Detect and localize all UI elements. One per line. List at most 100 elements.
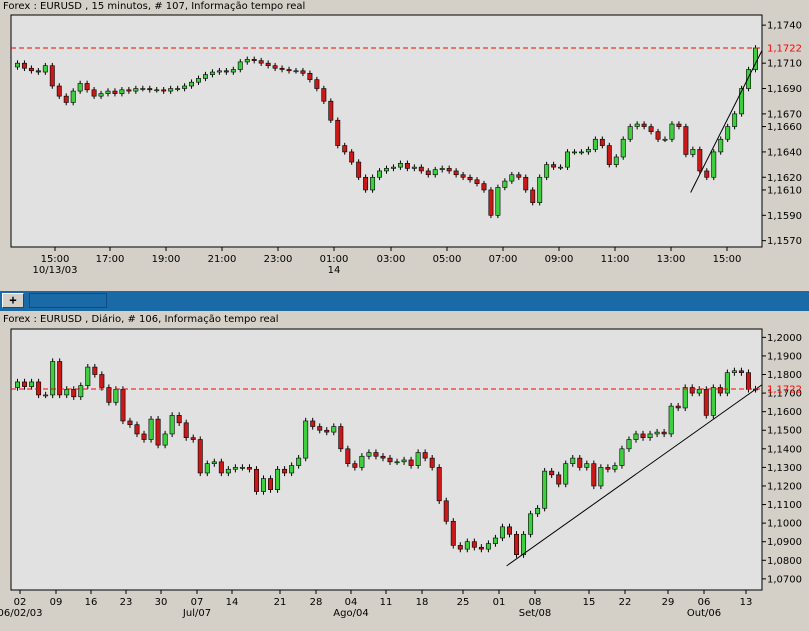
candle [289,465,295,474]
candle [481,183,487,191]
x-tick-label: 17:00 [96,254,125,265]
plot-area [10,328,763,591]
x-tick-label: 13:00 [657,254,686,265]
candle [408,459,414,466]
y-tick-label: 1,1000 [767,519,802,530]
daily-chart[interactable]: 1,20001,19001,18001,17001,16001,15001,14… [0,311,809,631]
candle [63,95,69,103]
candle [641,123,647,127]
candle [293,70,299,73]
candle [28,67,34,72]
candle [436,467,442,502]
candle [216,70,222,73]
x-sub-label: 14 [328,265,341,276]
candle [592,138,598,150]
candle [342,145,348,153]
y-tick-label: 1,1400 [767,444,802,455]
candle [704,170,710,178]
y-tick-label: 1,1590 [767,211,802,222]
candle [474,179,480,184]
y-tick-label: 1,1740 [767,21,802,32]
candle [697,149,703,172]
candle [42,65,48,73]
candle [380,455,386,459]
y-tick-label: 1,1200 [767,481,802,492]
candle [22,381,28,387]
candle [197,439,203,474]
candle [253,468,259,492]
candle [661,431,667,435]
candle [654,431,660,435]
candle [710,387,716,416]
candle [373,452,379,457]
candle [563,463,569,485]
x-tick-label: 21 [274,597,287,608]
candle [204,463,210,474]
candle [676,123,682,127]
candle [467,176,473,181]
candle [321,88,327,102]
candle [429,457,435,468]
candle [230,69,236,73]
candle [585,149,591,153]
candle [669,123,675,140]
candle [690,149,696,155]
candle [324,429,330,433]
x-tick-label: 01 [493,597,506,608]
candle [418,166,424,172]
candle [15,62,20,68]
x-tick-label: 15:00 [41,254,70,265]
candle [352,463,358,468]
candle [189,81,195,87]
x-tick-label: 09 [50,597,63,608]
candle [549,470,555,476]
candle [415,452,421,466]
candle [542,470,548,509]
candle [662,138,668,141]
candle [683,126,689,155]
candle [377,170,382,178]
x-tick-label: 30 [155,597,168,608]
intraday-chart[interactable]: 1,1740 1,1710 1,1690 1,1670 1,1660 1,1640 1,16… [0,0,809,290]
candle [272,65,278,69]
candle [29,381,35,387]
candle [176,415,182,424]
candle [168,88,174,92]
candle [535,507,541,515]
candle [488,189,494,216]
candle [703,389,709,416]
candle [492,537,498,544]
candle [251,59,257,61]
candle [43,394,49,397]
x-tick-label: 08 [529,597,542,608]
x-sub-label: Jul/07 [182,608,211,619]
candle [57,361,63,396]
candle [35,70,41,73]
y-tick-label: 1,1660 [767,122,802,133]
candle [92,366,98,375]
x-tick-label: 22 [619,597,632,608]
y-tick-label: 1,1300 [767,463,802,474]
candle [183,422,189,438]
candle [605,467,611,470]
candle [584,463,590,468]
candle [521,533,527,556]
x-tick-label: 09:00 [545,254,574,265]
candle [502,180,508,188]
candle [268,478,274,490]
candle [591,463,597,487]
x-tick-label: 06 [698,597,711,608]
candle [397,163,403,168]
candle [127,420,133,425]
candle [209,71,215,75]
candle [619,448,625,466]
candle [647,433,653,438]
crosshair-button[interactable]: + [2,293,24,308]
candle [310,420,316,427]
candle [77,83,83,92]
candle [175,88,181,90]
candle [78,385,84,398]
candle [356,161,362,178]
candle [275,468,281,490]
x-tick-label: 15:00 [713,254,742,265]
